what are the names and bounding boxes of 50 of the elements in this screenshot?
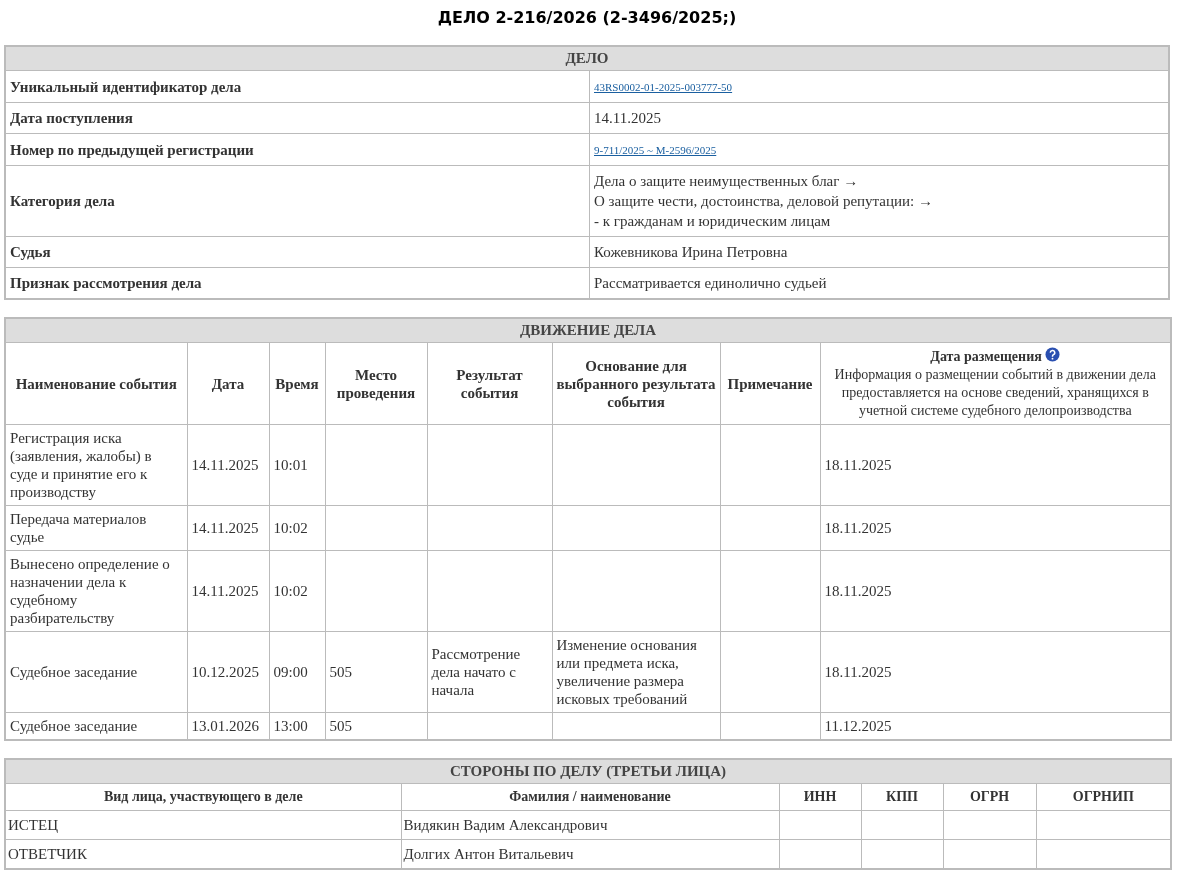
field-label: Уникальный идентификатор дела [5,70,590,103]
table-cell: Регистрация иска (заявления, жалобы) в суде и принятие его к производству [5,424,187,506]
table-cell: 09:00 [269,631,325,713]
info-note: Информация о размещении событий в движении дела предоставляется на основе сведений, хранящихся в учетной системе судебного делопроизводства [833,366,1157,420]
case-link[interactable]: 43RS0002-01-2025-003777-50 [594,81,733,93]
field-label: Судья [5,236,590,268]
value-text: Дела о защите неимущественных благ → [594,172,860,191]
value-text: Рассматривается единолично судьей [594,274,828,293]
table-cell: 10.12.2025 [187,631,269,713]
column-header: Дата размещения [930,349,1042,364]
column-header: Вид лица, участвующего в деле [5,783,401,811]
field-label: Категория дела [5,165,590,237]
column-header: ИНН [779,783,861,811]
column-header: Фамилия / наименование [401,783,779,811]
table-cell: 14.11.2025 [187,505,269,551]
value-text: О защите чести, достоинства, деловой репутации: → [594,192,934,211]
section-header: СТОРОНЫ ПО ДЕЛУ (ТРЕТЬИ ЛИЦА) [5,759,1172,784]
table-cell: 10:02 [269,505,325,551]
table-cell: 14.11.2025 [187,550,269,632]
table-cell: 10:01 [269,424,325,506]
column-header: Дата [187,342,269,425]
value-text: Кожевникова Ирина Петровна [594,243,789,262]
column-header: Наименование события [5,342,187,425]
column-header: Место проведения [325,342,427,425]
table-cell: 14.11.2025 [187,424,269,506]
table-cell: Долгих Антон Витальевич [401,839,779,869]
column-header: ОГРН [943,783,1036,811]
table-cell: Рассмотрение дела начато с начала [427,631,552,713]
value-text: 14.11.2025 [594,109,662,128]
column-header: Примечание [720,342,820,425]
table-cell: 10:02 [269,550,325,632]
field-label: Дата поступления [5,102,590,134]
field-label: Номер по предыдущей регистрации [5,133,590,166]
table-cell: Вынесено определение о назначении дела к судебному разбирательству [5,550,187,632]
column-header: Результат события [427,342,552,425]
table-cell: Видякин Вадим Александрович [401,810,779,840]
table-cell: 505 [325,631,427,713]
table-cell: Судебное заседание [5,631,187,713]
value-text: - к гражданам и юридическим лицам [594,212,832,231]
table-cell: Изменение основания или предмета иска, увеличение размера исковых требований [552,631,720,713]
case-link[interactable]: 9-711/2025 ~ М-2596/2025 [594,144,717,156]
column-header: КПП [861,783,943,811]
column-header: Время [269,342,325,425]
table-cell: Передача материалов судье [5,505,187,551]
section-header: ДЕЛО [5,46,1169,71]
page-title: ДЕЛО 2-216/2026 (2-3496/2025;) [437,8,737,27]
column-header: Основание для выбранного результата события [552,342,720,425]
section-header: ДВИЖЕНИЕ ДЕЛА [5,318,1172,343]
table-cell: ИСТЕЦ [5,810,401,840]
table-cell: ОТВЕТЧИК [5,839,401,869]
